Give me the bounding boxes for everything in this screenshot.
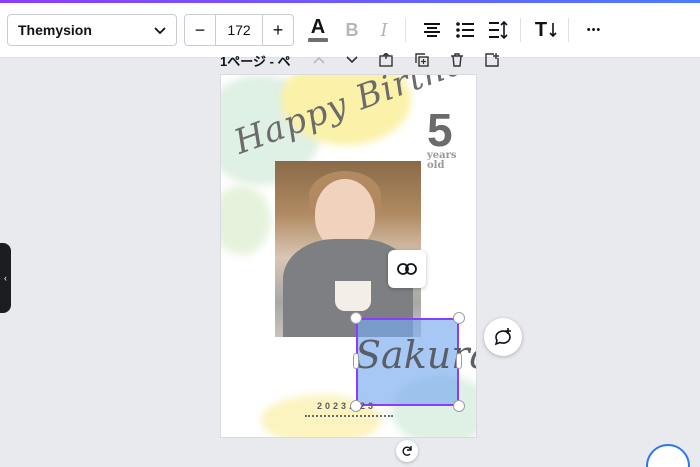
toolbar-divider (568, 18, 569, 42)
rotate-icon (402, 446, 412, 456)
chevron-up-icon[interactable] (310, 52, 328, 68)
toolbar-divider (520, 18, 521, 42)
align-center-icon (424, 23, 440, 37)
font-family-select[interactable]: Themysion (7, 14, 177, 46)
resize-handle-right[interactable] (456, 353, 462, 369)
text-color-icon: A (310, 16, 326, 38)
line-spacing-icon (489, 21, 508, 39)
age-number[interactable]: 5 (427, 103, 453, 157)
resize-handle-top-right[interactable] (453, 312, 465, 324)
link-icon (397, 263, 417, 275)
bullet-list-icon (456, 22, 474, 38)
link-button[interactable] (388, 250, 426, 288)
chevron-down-icon[interactable] (343, 52, 361, 68)
chevron-down-icon (154, 22, 166, 38)
chevron-left-icon: ‹ (4, 273, 7, 283)
trash-icon[interactable] (448, 52, 466, 68)
design-page[interactable]: Happy Birthday 5 years old Sakura 2023. … (221, 75, 476, 437)
resize-handle-left[interactable] (353, 353, 359, 369)
comment-add-icon (494, 328, 511, 346)
old-line: old (427, 160, 445, 171)
font-size-input[interactable]: 172 (215, 15, 263, 45)
help-button[interactable] (646, 444, 690, 467)
rotate-button[interactable] (396, 440, 418, 462)
add-page-icon[interactable] (377, 52, 395, 68)
add-comment-button[interactable] (484, 318, 522, 356)
resize-handle-bottom-right[interactable] (453, 400, 465, 412)
bold-button[interactable]: B (337, 14, 367, 46)
spacing-button[interactable] (483, 14, 513, 46)
more-options-button[interactable]: ••• (579, 14, 609, 46)
child-photo[interactable] (275, 161, 421, 337)
text-color-swatch (308, 38, 328, 42)
increase-font-size-button[interactable]: + (263, 15, 293, 45)
text-color-button[interactable]: A (303, 14, 333, 46)
photo-cup (335, 281, 371, 311)
align-center-button[interactable] (417, 14, 447, 46)
dotted-divider (305, 415, 393, 417)
watercolor-green-blob (221, 185, 271, 255)
toolbar-divider (405, 18, 406, 42)
font-family-value: Themysion (18, 22, 92, 38)
duplicate-page-icon[interactable] (413, 52, 431, 68)
bullet-list-button[interactable] (450, 14, 480, 46)
date-text[interactable]: 2023. 23 (317, 401, 376, 411)
brand-line (0, 0, 700, 3)
text-size-icon: T (534, 18, 548, 41)
page-header: 1ページ - ペ (220, 50, 510, 70)
font-size-control: − 172 + (184, 14, 294, 46)
years-old-text[interactable]: years old (427, 151, 457, 171)
text-size-button[interactable]: T (531, 14, 561, 46)
page-title: 1ページ - ペ (220, 53, 291, 69)
decrease-font-size-button[interactable]: − (185, 15, 215, 45)
italic-button[interactable]: I (369, 14, 399, 46)
add-page-after-icon[interactable] (483, 52, 501, 68)
resize-handle-top-left[interactable] (350, 312, 362, 324)
side-panel-toggle[interactable]: ‹ (0, 243, 11, 313)
